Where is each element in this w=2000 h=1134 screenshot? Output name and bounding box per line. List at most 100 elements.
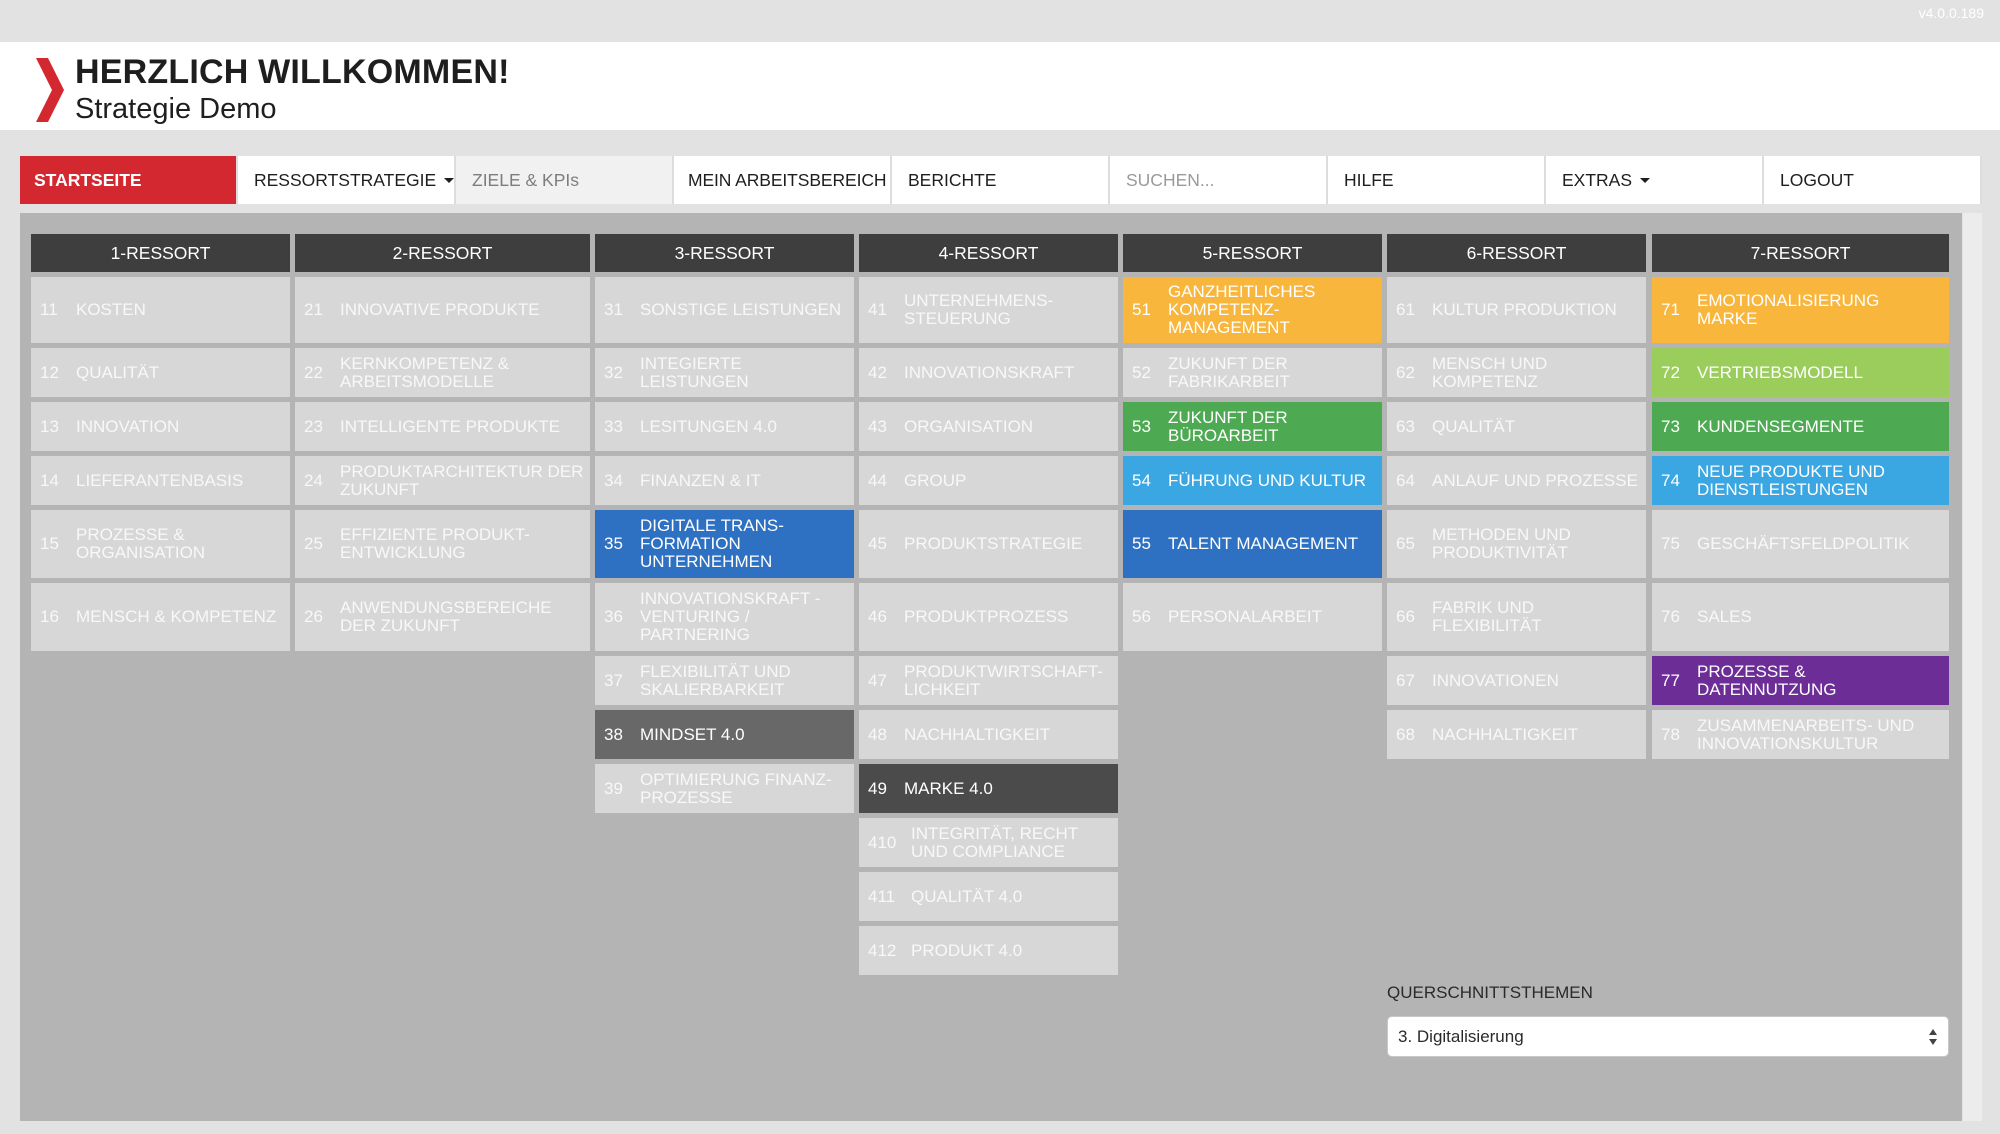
item-number: 41 xyxy=(868,300,887,319)
ressort-item-14[interactable]: 14 Lieferantenbasis xyxy=(31,456,290,505)
ressort-item-52[interactable]: 52 Zukunft der Fabrikarbeit xyxy=(1123,348,1382,397)
nav-arbeitsbereich-label: MEIN ARBEITSBEREICH xyxy=(688,169,887,190)
ressort-item-62[interactable]: 62 Mensch und Kompetenz xyxy=(1387,348,1646,397)
item-number: 51 xyxy=(1132,300,1151,319)
ressort-item-66[interactable]: 66 Fabrik und Flexibilität xyxy=(1387,583,1646,651)
ressort-item-68[interactable]: 68 Nachhaltigkeit xyxy=(1387,710,1646,759)
ressort-item-56[interactable]: 56 Personalarbeit xyxy=(1123,583,1382,651)
ressort-item-71[interactable]: 71 Emotionalisierung Marke xyxy=(1652,277,1949,343)
ressort-item-55[interactable]: 55 Talent Management xyxy=(1123,510,1382,578)
item-label: Flexibilität und Skalierbarkeit xyxy=(640,661,791,699)
ressort-item-11[interactable]: 11 Kosten xyxy=(31,277,290,343)
ressort-item-72[interactable]: 72 Vertriebsmodell xyxy=(1652,348,1949,397)
item-number: 42 xyxy=(868,362,887,382)
ressort-item-41[interactable]: 41 Unternehmens-steuerung xyxy=(859,277,1118,343)
item-label: Sonstige Leistungen xyxy=(640,300,842,319)
item-number: 73 xyxy=(1661,416,1680,436)
item-label: Lieferantenbasis xyxy=(76,470,244,490)
ressort-item-34[interactable]: 34 Finanzen & IT xyxy=(595,456,854,505)
nav-logout[interactable]: LOGOUT xyxy=(1764,156,1982,204)
nav-ressortstrategie[interactable]: RESSORTSTRATEGIE xyxy=(238,156,456,204)
ressort-item-75[interactable]: 75 Geschäftsfeldpolitik xyxy=(1652,510,1949,578)
ressort-item-65[interactable]: 65 Methoden und Produktivität xyxy=(1387,510,1646,578)
nav-hilfe[interactable]: HILFE xyxy=(1328,156,1546,204)
ressort-item-16[interactable]: 16 Mensch & Kompetenz xyxy=(31,583,290,651)
nav-mein-arbeitsbereich[interactable]: MEIN ARBEITSBEREICH xyxy=(674,156,892,204)
ressort-item-25[interactable]: 25 Effiziente Produkt-entwicklung xyxy=(295,510,590,578)
ressort-item-53[interactable]: 53 Zukunft der Büroarbeit xyxy=(1123,402,1382,451)
ressort-item-35[interactable]: 35 Digitale Trans-formation Unternehmen xyxy=(595,510,854,578)
ressort-item-36[interactable]: 36 Innovationskraft - Venturing / Partner… xyxy=(595,583,854,651)
ressort-item-47[interactable]: 47 Produktwirtschaft-lichkeit xyxy=(859,656,1118,705)
column-header-1: 1-RESSORT xyxy=(31,234,290,272)
column-header-2: 2-RESSORT xyxy=(295,234,590,272)
querschnittsthemen-value: 3. Digitalisierung xyxy=(1398,1026,1524,1046)
ressort-item-61[interactable]: 61 Kultur Produktion xyxy=(1387,277,1646,343)
item-number: 15 xyxy=(40,534,59,553)
item-label: Geschäftsfeldpolitik xyxy=(1697,534,1910,553)
item-number: 54 xyxy=(1132,470,1151,490)
ressort-item-32[interactable]: 32 Integierte Leistungen xyxy=(595,348,854,397)
ressort-item-22[interactable]: 22 Kernkompetenz & Arbeitsmodelle xyxy=(295,348,590,397)
item-label: Zukunft der Fabrikarbeit xyxy=(1168,353,1290,391)
item-label: Methoden und Produktivität xyxy=(1432,525,1571,562)
item-label: Qualität xyxy=(1432,416,1516,436)
item-label: Effiziente Produkt-entwicklung xyxy=(340,525,530,562)
item-number: 46 xyxy=(868,607,887,626)
item-label: Innovative Produkte xyxy=(340,300,540,319)
ressort-item-38[interactable]: 38 Mindset 4.0 xyxy=(595,710,854,759)
ressort-item-411[interactable]: 411 Qualität 4.0 xyxy=(859,872,1118,921)
ressort-item-21[interactable]: 21 Innovative Produkte xyxy=(295,277,590,343)
ressort-item-67[interactable]: 67 Innovationen xyxy=(1387,656,1646,705)
ressort-item-45[interactable]: 45 Produktstrategie xyxy=(859,510,1118,578)
ressort-item-39[interactable]: 39 Optimierung Finanz-prozesse xyxy=(595,764,854,813)
ressort-item-77[interactable]: 77 Prozesse & Datennutzung xyxy=(1652,656,1949,705)
ressort-item-24[interactable]: 24 Produktarchitektur der Zukunft xyxy=(295,456,590,505)
ressort-item-54[interactable]: 54 Führung und Kultur xyxy=(1123,456,1382,505)
ressort-item-76[interactable]: 76 Sales xyxy=(1652,583,1949,651)
ressort-item-37[interactable]: 37 Flexibilität und Skalierbarkeit xyxy=(595,656,854,705)
ressort-item-33[interactable]: 33 Lesitungen 4.0 xyxy=(595,402,854,451)
ressort-item-74[interactable]: 74 Neue Produkte und Dienstleistungen xyxy=(1652,456,1949,505)
nav-extras[interactable]: EXTRAS xyxy=(1546,156,1764,204)
ressort-item-23[interactable]: 23 Intelligente Produkte xyxy=(295,402,590,451)
ressort-item-13[interactable]: 13 Innovation xyxy=(31,402,290,451)
item-number: 52 xyxy=(1132,362,1151,382)
ressort-item-42[interactable]: 42 Innovationskraft xyxy=(859,348,1118,397)
ressort-item-43[interactable]: 43 Organisation xyxy=(859,402,1118,451)
ressort-item-26[interactable]: 26 Anwendungsbereiche der Zukunft xyxy=(295,583,590,651)
ressort-item-78[interactable]: 78 Zusammenarbeits- und Innovationskultur xyxy=(1652,710,1949,759)
nav-ziele-kpis[interactable]: ZIELE & KPIs xyxy=(456,156,674,204)
search-input[interactable]: SUCHEN... xyxy=(1110,156,1328,204)
ressort-item-31[interactable]: 31 Sonstige Leistungen xyxy=(595,277,854,343)
ressort-item-64[interactable]: 64 Anlauf und Prozesse xyxy=(1387,456,1646,505)
item-number: 43 xyxy=(868,416,887,436)
ressort-item-12[interactable]: 12 Qualität xyxy=(31,348,290,397)
ressort-item-51[interactable]: 51 Ganzheitliches Kompetenz-management xyxy=(1123,277,1382,343)
ressort-item-412[interactable]: 412 Produkt 4.0 xyxy=(859,926,1118,975)
column-header-3: 3-RESSORT xyxy=(595,234,854,272)
item-label: Anwendungsbereiche der Zukunft xyxy=(340,598,552,635)
ressort-item-44[interactable]: 44 Group xyxy=(859,456,1118,505)
page-title: HERZLICH WILLKOMMEN! xyxy=(75,53,510,91)
ressort-item-49[interactable]: 49 Marke 4.0 xyxy=(859,764,1118,813)
column-header-6: 6-RESSORT xyxy=(1387,234,1646,272)
item-number: 31 xyxy=(604,300,623,319)
ressort-item-410[interactable]: 410 Integrität, Recht und Compliance xyxy=(859,818,1118,867)
ressort-item-46[interactable]: 46 Produktprozess xyxy=(859,583,1118,651)
item-number: 71 xyxy=(1661,300,1680,319)
ressort-item-15[interactable]: 15 Prozesse & Organisation xyxy=(31,510,290,578)
item-number: 74 xyxy=(1661,470,1680,490)
ressort-item-48[interactable]: 48 Nachhaltigkeit xyxy=(859,710,1118,759)
nav-startseite[interactable]: STARTSEITE xyxy=(20,156,238,204)
ressort-item-63[interactable]: 63 Qualität xyxy=(1387,402,1646,451)
ressort-item-73[interactable]: 73 Kundensegmente xyxy=(1652,402,1949,451)
item-label: Unternehmens-steuerung xyxy=(904,291,1054,328)
item-label: Group xyxy=(904,470,967,490)
item-number: 38 xyxy=(604,724,623,744)
item-number: 68 xyxy=(1396,724,1415,744)
querschnittsthemen-select[interactable]: 3. Digitalisierung xyxy=(1387,1016,1949,1057)
nav-berichte[interactable]: BERICHTE xyxy=(892,156,1110,204)
column-header-4: 4-RESSORT xyxy=(859,234,1118,272)
vertical-scrollbar[interactable] xyxy=(1963,213,1982,1121)
